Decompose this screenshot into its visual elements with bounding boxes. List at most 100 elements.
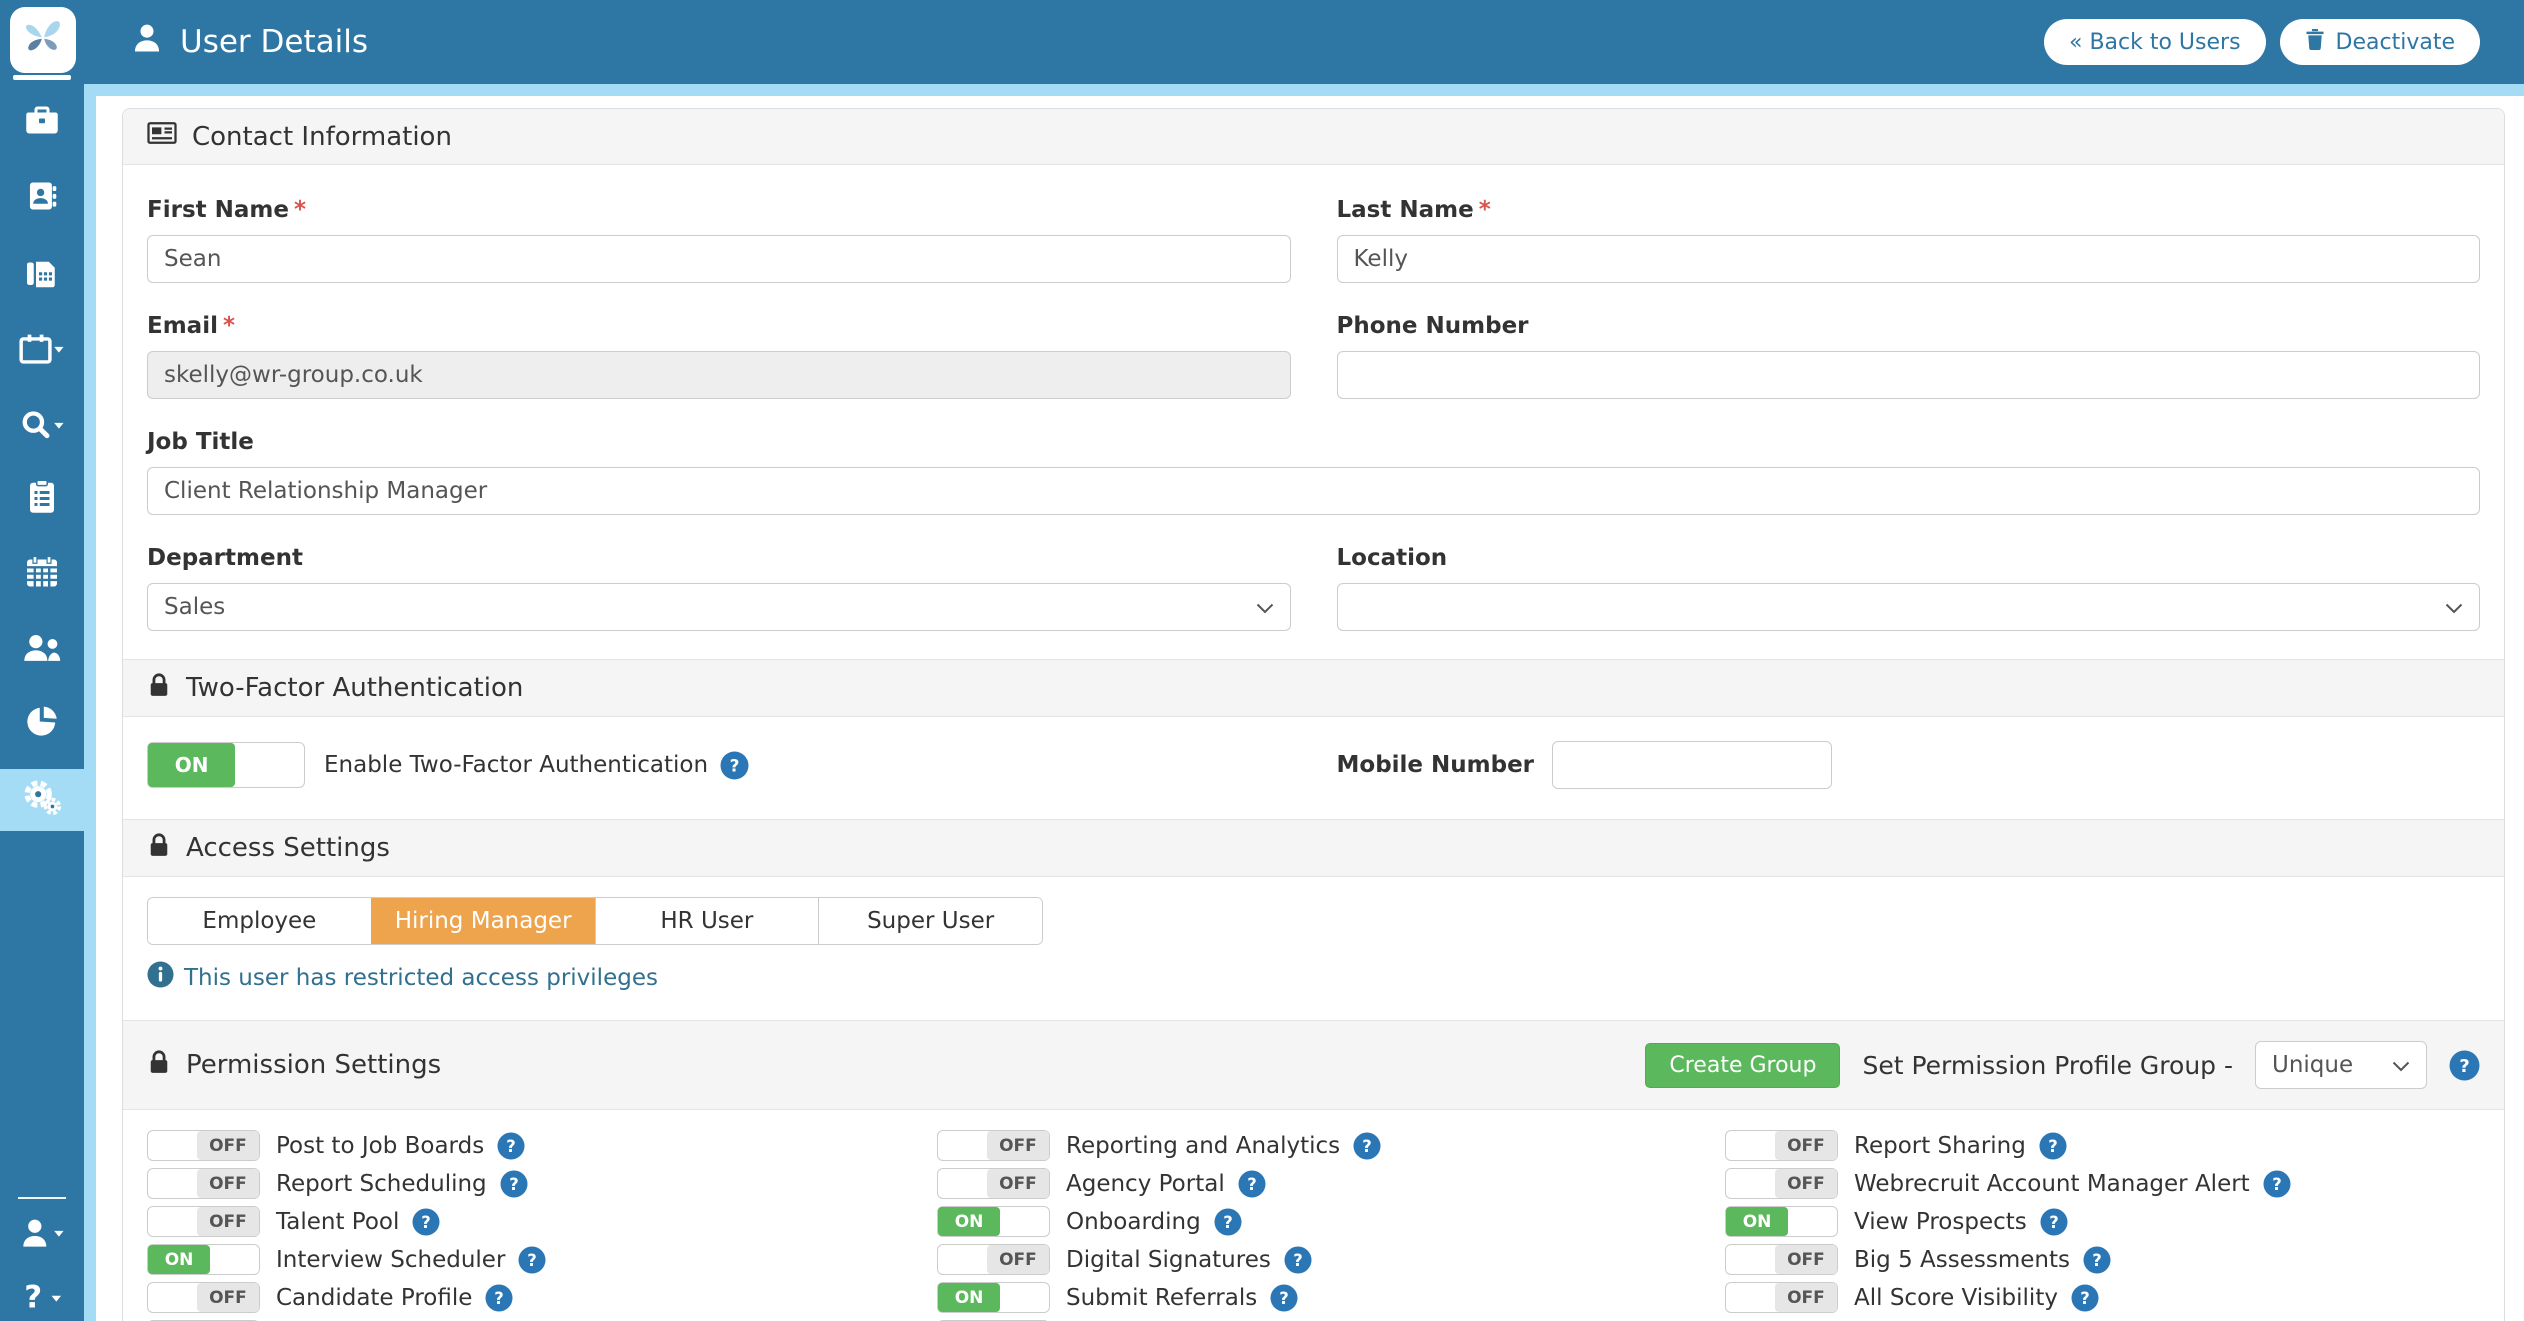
- help-icon[interactable]: ?: [1284, 1246, 1312, 1274]
- chevron-down-icon: [1256, 594, 1274, 620]
- permission-toggle[interactable]: ON: [937, 1282, 1050, 1313]
- access-role-super-user[interactable]: Super User: [818, 898, 1042, 944]
- help-icon[interactable]: ?: [2449, 1050, 2480, 1081]
- mobile-number-input[interactable]: [1552, 741, 1832, 789]
- help-icon[interactable]: ?: [2071, 1284, 2099, 1312]
- permission-toggle[interactable]: ON: [1725, 1206, 1838, 1237]
- help-icon[interactable]: ?: [500, 1170, 528, 1198]
- sidebar-item-contacts[interactable]: [0, 167, 84, 229]
- permission-toggle[interactable]: OFF: [1725, 1168, 1838, 1199]
- permission-toggle[interactable]: OFF: [147, 1130, 260, 1161]
- permission-settings-section-header: Permission Settings Create Group Set Per…: [123, 1020, 2504, 1110]
- access-role-hiring-manager[interactable]: Hiring Manager: [371, 898, 595, 944]
- location-label: Location: [1337, 543, 2481, 574]
- last-name-input[interactable]: [1337, 235, 2481, 283]
- svg-text:?: ?: [1223, 1212, 1233, 1231]
- permission-row: ON Interview Scheduler ?: [147, 1244, 937, 1275]
- help-icon[interactable]: ?: [1353, 1132, 1381, 1160]
- permission-toggle[interactable]: OFF: [147, 1206, 260, 1237]
- sidebar-item-tasks[interactable]: [0, 468, 84, 530]
- help-icon[interactable]: ?: [412, 1208, 440, 1236]
- permission-toggle[interactable]: OFF: [937, 1244, 1050, 1275]
- page-title: User Details: [130, 0, 368, 84]
- top-bar: User Details « Back to Users Deactivate: [0, 0, 2524, 84]
- sidebar-item-reports[interactable]: [0, 692, 84, 754]
- permission-toggle[interactable]: ON: [937, 1206, 1050, 1237]
- access-role-hr-user[interactable]: HR User: [595, 898, 819, 944]
- svg-text:?: ?: [1362, 1136, 1372, 1155]
- access-role-selector: Employee Hiring Manager HR User Super Us…: [147, 897, 1043, 945]
- butterfly-logo-icon: [20, 15, 66, 65]
- help-icon[interactable]: ?: [518, 1246, 546, 1274]
- sidebar-item-jobs[interactable]: [0, 91, 84, 153]
- help-icon[interactable]: ?: [1214, 1208, 1242, 1236]
- sidebar-item-account[interactable]: [0, 1204, 84, 1266]
- permission-label: Candidate Profile: [276, 1285, 472, 1311]
- permission-label: View Prospects: [1854, 1209, 2027, 1235]
- help-icon[interactable]: ?: [2039, 1132, 2067, 1160]
- gears-icon: [22, 779, 62, 821]
- email-label: Email*: [147, 311, 1291, 342]
- sidebar-item-fax[interactable]: [0, 244, 84, 306]
- location-select[interactable]: [1337, 583, 2481, 631]
- permission-toggle[interactable]: OFF: [937, 1168, 1050, 1199]
- permission-row: OFF Big 5 Assessments ?: [1725, 1244, 2480, 1275]
- permission-toggle[interactable]: OFF: [937, 1130, 1050, 1161]
- lock-icon: [147, 671, 171, 706]
- help-icon[interactable]: ?: [2263, 1170, 2291, 1198]
- help-icon[interactable]: ?: [485, 1284, 513, 1312]
- two-factor-toggle[interactable]: ON: [147, 742, 305, 788]
- sidebar-item-search-menu[interactable]: [0, 396, 84, 458]
- help-icon[interactable]: ?: [2083, 1246, 2111, 1274]
- last-name-field: Last Name*: [1337, 195, 2481, 283]
- pie-chart-icon: [24, 704, 60, 742]
- help-icon[interactable]: ?: [497, 1132, 525, 1160]
- app-logo[interactable]: [10, 7, 76, 73]
- create-group-button[interactable]: Create Group: [1645, 1043, 1840, 1088]
- permission-settings-controls: Create Group Set Permission Profile Grou…: [1645, 1041, 2480, 1089]
- permission-settings-section-title: Permission Settings: [186, 1050, 441, 1080]
- permission-row: OFF Reporting and Analytics ?: [937, 1130, 1725, 1161]
- svg-text:?: ?: [506, 1136, 516, 1155]
- job-title-input[interactable]: [147, 467, 2480, 515]
- permission-toggle[interactable]: OFF: [1725, 1130, 1838, 1161]
- access-role-employee[interactable]: Employee: [148, 898, 371, 944]
- phone-input[interactable]: [1337, 351, 2481, 399]
- permission-label: Agency Portal: [1066, 1171, 1225, 1197]
- svg-text:?: ?: [2080, 1288, 2090, 1307]
- permission-toggle[interactable]: OFF: [147, 1168, 260, 1199]
- profile-group-select[interactable]: Unique: [2255, 1041, 2427, 1089]
- sidebar-item-help[interactable]: ?: [0, 1269, 84, 1321]
- svg-text:?: ?: [422, 1212, 432, 1231]
- email-field: Email*: [147, 311, 1291, 399]
- svg-text:?: ?: [24, 1280, 42, 1316]
- sidebar-item-users[interactable]: [0, 618, 84, 680]
- sidebar-item-calendar-menu[interactable]: [0, 320, 84, 382]
- help-icon[interactable]: ?: [2040, 1208, 2068, 1236]
- permission-label: Post to Job Boards: [276, 1133, 484, 1159]
- phone-field: Phone Number: [1337, 311, 2481, 399]
- back-to-users-button[interactable]: « Back to Users: [2044, 19, 2266, 65]
- permission-label: All Score Visibility: [1854, 1285, 2058, 1311]
- permission-row: OFF Candidate Profile ?: [147, 1282, 937, 1313]
- header-accent-strip: [84, 84, 2524, 96]
- department-select[interactable]: Sales: [147, 583, 1291, 631]
- sidebar-item-schedule[interactable]: [0, 544, 84, 606]
- department-select-value: Sales: [164, 594, 225, 620]
- first-name-input[interactable]: [147, 235, 1291, 283]
- permission-label: Report Sharing: [1854, 1133, 2026, 1159]
- job-title-field: Job Title: [147, 427, 2480, 515]
- permission-toggle[interactable]: OFF: [147, 1282, 260, 1313]
- permission-toggle[interactable]: ON: [147, 1244, 260, 1275]
- help-icon[interactable]: ?: [720, 751, 749, 780]
- two-factor-content: ON Enable Two-Factor Authentication ? Mo…: [123, 717, 2504, 819]
- sidebar-item-settings[interactable]: [0, 769, 84, 831]
- help-icon[interactable]: ?: [1270, 1284, 1298, 1312]
- permission-toggle[interactable]: OFF: [1725, 1244, 1838, 1275]
- sidebar-divider: [18, 1197, 66, 1199]
- deactivate-button[interactable]: Deactivate: [2280, 19, 2480, 65]
- permission-toggle[interactable]: OFF: [1725, 1282, 1838, 1313]
- svg-text:?: ?: [2049, 1212, 2059, 1231]
- help-icon[interactable]: ?: [1238, 1170, 1266, 1198]
- header-actions: « Back to Users Deactivate: [2044, 19, 2480, 65]
